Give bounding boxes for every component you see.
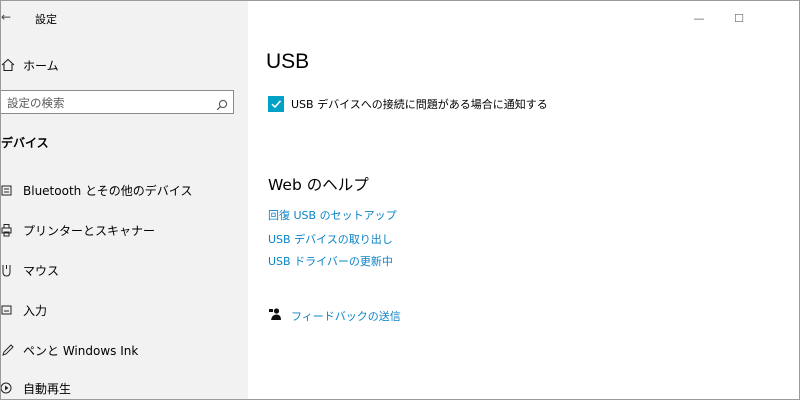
sidebar-item-home[interactable]: ホーム	[1, 53, 248, 77]
sidebar-item-label: Bluetooth とその他のデバイス	[23, 183, 193, 198]
sidebar-item-label: 入力	[23, 303, 48, 318]
keyboard-input-icon	[1, 303, 21, 317]
home-label: ホーム	[23, 58, 59, 73]
minimize-button[interactable]: —	[679, 8, 719, 28]
notify-checkbox-row[interactable]: USB デバイスへの接続に問題がある場合に通知する	[268, 96, 548, 112]
help-link-usb-driver[interactable]: USB ドライバーの更新中	[268, 253, 393, 269]
sidebar: ← 設定 ホーム 設定の検索 デバイス Bluetooth とその他のデバイス …	[1, 1, 248, 399]
sidebar-item-autoplay[interactable]: 自動再生	[1, 374, 248, 402]
page-title: USB	[266, 50, 310, 73]
main-content: — ☐ USB USB デバイスへの接続に問題がある場合に通知する Web のヘ…	[248, 0, 799, 400]
printer-icon	[1, 223, 21, 237]
keyboard-icon	[1, 183, 21, 197]
sidebar-item-label: プリンターとスキャナー	[23, 223, 156, 238]
notify-checkbox[interactable]	[268, 96, 284, 112]
search-input[interactable]: 設定の検索	[1, 90, 234, 114]
pen-icon	[1, 343, 21, 357]
help-link-eject-usb[interactable]: USB デバイスの取り出し	[268, 231, 393, 247]
notify-checkbox-label: USB デバイスへの接続に問題がある場合に通知する	[291, 98, 548, 111]
sidebar-item-label: 自動再生	[23, 381, 72, 396]
mouse-icon	[1, 263, 21, 277]
help-link-recovery-usb[interactable]: 回復 USB のセットアップ	[268, 207, 397, 223]
sidebar-item-label: ペンと Windows Ink	[23, 343, 139, 358]
help-heading: Web のヘルプ	[268, 176, 369, 194]
search-placeholder: 設定の検索	[7, 96, 65, 110]
sidebar-item-pen[interactable]: ペンと Windows Ink	[1, 336, 248, 364]
feedback-icon	[268, 306, 282, 325]
window-controls: — ☐	[679, 8, 799, 28]
maximize-button[interactable]: ☐	[719, 8, 759, 28]
autoplay-icon	[1, 381, 21, 395]
sidebar-item-input[interactable]: 入力	[1, 296, 248, 324]
section-heading-devices: デバイス	[1, 136, 49, 150]
sidebar-item-bluetooth[interactable]: Bluetooth とその他のデバイス	[1, 176, 248, 204]
sidebar-item-label: マウス	[23, 263, 60, 278]
back-arrow-icon[interactable]: ←	[1, 10, 11, 24]
close-button[interactable]	[759, 8, 799, 28]
feedback-row[interactable]: フィードバックの送信	[268, 306, 401, 325]
sidebar-item-mouse[interactable]: マウス	[1, 256, 248, 284]
feedback-link[interactable]: フィードバックの送信	[291, 308, 401, 324]
search-icon[interactable]	[216, 96, 228, 115]
app-title: 設定	[35, 13, 57, 26]
title-bar: ← 設定	[1, 1, 248, 33]
sidebar-item-printers[interactable]: プリンターとスキャナー	[1, 216, 248, 244]
home-icon	[1, 58, 21, 72]
